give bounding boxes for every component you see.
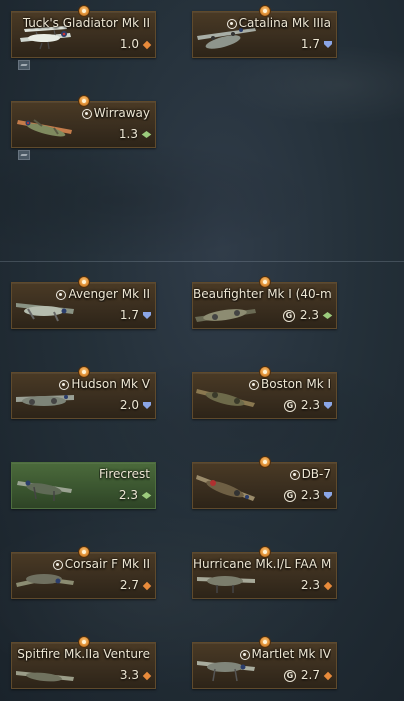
vehicle-card-corsair[interactable]: Corsair F Mk II 2.7 xyxy=(11,546,156,599)
vehicle-name: Martlet Mk IV xyxy=(239,647,331,662)
premium-circle-icon xyxy=(249,379,260,390)
vehicle-name-text: Martlet Mk IV xyxy=(251,647,331,661)
vehicle-name: Wirraway xyxy=(81,106,150,121)
battle-rating: G 2.7 xyxy=(283,668,333,683)
battle-rating-rank-icon xyxy=(322,311,333,320)
battle-rating-value: 1.3 xyxy=(118,127,138,141)
battle-rating-value: 1.0 xyxy=(119,37,139,51)
battle-rating-rank-icon xyxy=(324,41,332,48)
vehicle-name: Hudson Mk V xyxy=(59,377,150,392)
squadron-g-icon: G xyxy=(283,489,296,502)
aircraft-thumbnail-icon xyxy=(196,389,255,407)
vehicle-name: Boston Mk I xyxy=(249,377,331,392)
battle-rating-value: 2.3 xyxy=(299,308,319,322)
vehicle-card-firecrest[interactable]: Firecrest 2.3 xyxy=(11,462,156,509)
battle-rating-rank-icon xyxy=(141,130,152,139)
battle-rating-rank-icon xyxy=(143,312,151,319)
battle-rating: 2.3 xyxy=(118,488,152,503)
vehicle-card-beaufighter[interactable]: Beaufighter Mk I (40-mm) G 2.3 xyxy=(192,276,337,329)
battle-rating: G 2.3 xyxy=(283,488,332,503)
vehicle-card-db7[interactable]: DB-7 G 2.3 xyxy=(192,456,337,509)
battle-rating-value: 3.3 xyxy=(119,668,139,682)
vehicle-name-text: Wirraway xyxy=(93,106,150,120)
vehicle-name: Hurricane Mk.I/L FAA M xyxy=(193,557,331,572)
vehicle-name-text: Hudson Mk V xyxy=(71,377,150,391)
premium-circle-icon xyxy=(56,289,67,300)
battle-rating-rank-icon xyxy=(323,581,333,590)
battle-rating-value: 2.7 xyxy=(300,668,320,682)
squadron-g-icon: G xyxy=(282,309,295,322)
vehicle-card-gladiator[interactable]: Tuck's Gladiator Mk II 1.0 xyxy=(11,5,156,70)
battle-rating-rank-icon xyxy=(142,671,152,680)
vehicle-card-catalina[interactable]: Catalina Mk IIIa 1.7 xyxy=(192,5,337,58)
battle-rating-rank-icon xyxy=(142,581,152,590)
vehicle-name-text: Catalina Mk IIIa xyxy=(238,16,331,30)
premium-circle-icon xyxy=(59,379,70,390)
research-tag-icon xyxy=(18,150,30,160)
vehicle-card-avenger[interactable]: Avenger Mk II 1.7 xyxy=(11,276,156,329)
battle-rating: 1.7 xyxy=(120,308,151,323)
battle-rating-rank-icon xyxy=(324,402,332,409)
vehicle-name: Avenger Mk II xyxy=(56,287,150,302)
battle-rating-rank-icon xyxy=(141,491,152,500)
vehicle-card-spitfire[interactable]: Spitfire Mk.IIa Venture 3.3 xyxy=(11,636,156,689)
vehicle-name-text: Firecrest xyxy=(98,467,150,481)
premium-circle-icon xyxy=(226,18,237,29)
squadron-g-icon: G xyxy=(283,669,296,682)
squadron-g-icon: G xyxy=(283,399,296,412)
vehicle-name: Catalina Mk IIIa xyxy=(226,16,331,31)
vehicle-card-hudson[interactable]: Hudson Mk V 2.0 xyxy=(11,366,156,419)
premium-circle-icon xyxy=(81,108,92,119)
battle-rating: 3.3 xyxy=(119,668,152,683)
aircraft-thumbnail-icon xyxy=(17,119,72,137)
vehicle-name: Tuck's Gladiator Mk II xyxy=(23,16,150,31)
battle-rating: G 2.3 xyxy=(283,398,332,413)
premium-circle-icon xyxy=(52,559,63,570)
battle-rating: 1.3 xyxy=(118,127,152,142)
battle-rating-value: 2.3 xyxy=(300,488,320,502)
aircraft-thumbnail-icon xyxy=(196,475,255,501)
premium-circle-icon xyxy=(289,469,300,480)
vehicle-name: Beaufighter Mk I (40-mm) xyxy=(193,287,331,302)
research-tag-icon xyxy=(18,60,30,70)
vehicle-name-text: DB-7 xyxy=(301,467,331,481)
medal-icon xyxy=(259,456,271,468)
vehicle-name-text: Beaufighter Mk I (40-mm) xyxy=(193,287,331,301)
battle-rating-value: 2.3 xyxy=(300,398,320,412)
vehicle-name: Corsair F Mk II xyxy=(52,557,150,572)
premium-circle-icon xyxy=(239,649,250,660)
battle-rating-value: 1.7 xyxy=(119,308,139,322)
vehicle-name-text: Boston Mk I xyxy=(261,377,331,391)
battle-rating: G 2.3 xyxy=(282,308,333,323)
battle-rating-value: 2.7 xyxy=(119,578,139,592)
vehicle-name-text: Hurricane Mk.I/L FAA M xyxy=(193,557,331,571)
battle-rating: 1.0 xyxy=(119,37,152,52)
vehicle-name: Firecrest xyxy=(99,467,150,482)
battle-rating: 2.7 xyxy=(119,578,152,593)
section-divider xyxy=(0,261,404,262)
vehicle-name-text: Corsair F Mk II xyxy=(64,557,150,571)
battle-rating-value: 2.3 xyxy=(300,578,320,592)
battle-rating-value: 1.7 xyxy=(300,37,320,51)
battle-rating-rank-icon xyxy=(143,402,151,409)
battle-rating-value: 2.0 xyxy=(119,398,139,412)
battle-rating-value: 2.3 xyxy=(118,488,138,502)
battle-rating-rank-icon xyxy=(324,492,332,499)
battle-rating: 1.7 xyxy=(301,37,332,52)
aircraft-thumbnail-icon xyxy=(17,480,72,501)
battle-rating: 2.0 xyxy=(120,398,151,413)
battle-rating: 2.3 xyxy=(300,578,333,593)
battle-rating-rank-icon xyxy=(142,40,152,49)
vehicle-name-text: Avenger Mk II xyxy=(68,287,150,301)
vehicle-name: DB-7 xyxy=(289,467,331,482)
vehicle-name-text: Spitfire Mk.IIa Venture xyxy=(17,647,150,661)
vehicle-card-boston[interactable]: Boston Mk I G 2.3 xyxy=(192,366,337,419)
vehicle-card-hurricane[interactable]: Hurricane Mk.I/L FAA M 2.3 xyxy=(192,546,337,599)
vehicle-card-martlet[interactable]: Martlet Mk IV G 2.7 xyxy=(192,636,337,689)
vehicle-name-text: Tuck's Gladiator Mk II xyxy=(22,16,150,30)
vehicle-name: Spitfire Mk.IIa Venture xyxy=(17,647,150,662)
battle-rating-rank-icon xyxy=(323,671,333,680)
vehicle-card-wirraway[interactable]: Wirraway 1.3 xyxy=(11,95,156,160)
